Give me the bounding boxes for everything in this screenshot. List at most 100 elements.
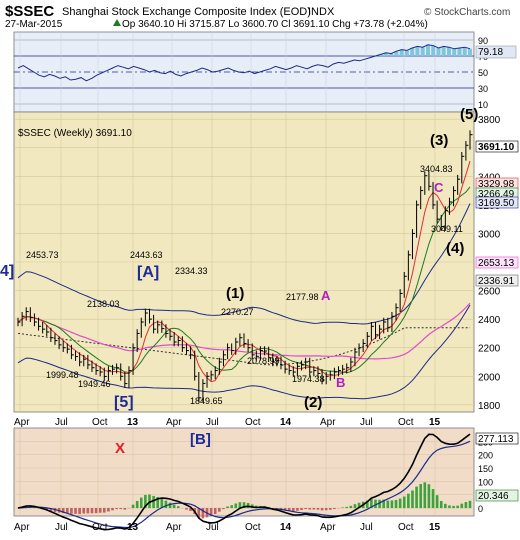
- macd-hist-bar: [345, 506, 349, 509]
- wave-label: [5]: [114, 394, 134, 411]
- ohlc-readout: Op 3640.10 Hi 3715.87 Lo 3600.70 Cl 3691…: [122, 19, 428, 30]
- price-tick-label: 2400: [478, 315, 501, 326]
- macd-value-label: 277.113: [478, 434, 514, 445]
- x-tick-label-mid: Jul: [55, 417, 68, 428]
- x-tick-label: Oct: [398, 522, 414, 533]
- macd-hist-bar: [123, 508, 127, 510]
- macd-hist-bar: [222, 508, 225, 510]
- macd-hist-bar: [456, 505, 459, 509]
- x-tick-label: Oct: [245, 522, 261, 533]
- right-value-label: 3169.50: [478, 198, 515, 209]
- point-label: 1949.46: [78, 379, 111, 389]
- point-label: 1999.48: [46, 370, 79, 380]
- macd-hist-bar: [439, 501, 443, 509]
- macd-hist-bar: [353, 504, 357, 509]
- macd-hist-bar: [328, 508, 332, 510]
- macd-hist-bar: [139, 497, 143, 509]
- macd-hist-bar: [316, 508, 320, 510]
- macd-hist-bar: [115, 508, 118, 510]
- point-label: 2270.27: [221, 307, 254, 317]
- macd-hist-bar: [468, 500, 472, 509]
- x-tick-label-mid: Apr: [14, 417, 30, 428]
- macd-hist-bar: [152, 495, 155, 509]
- x-tick-label: Jul: [360, 522, 373, 533]
- point-label: 2138.03: [87, 299, 120, 309]
- macd-hist-bar: [218, 508, 221, 512]
- rsi-tick-label: 50: [478, 68, 488, 78]
- macd-axis: 250200150100500: [478, 437, 493, 514]
- macd-hist-bar: [394, 499, 398, 509]
- macd-hist-bar: [135, 500, 139, 509]
- macd-hist-bar: [230, 505, 233, 509]
- x-tick-label-mid: 14: [280, 417, 292, 428]
- wave-label: A: [321, 288, 331, 303]
- macd-hist-bar: [86, 508, 90, 514]
- rsi-value-label: 79.18: [478, 47, 503, 58]
- macd-label-b: [B]: [190, 431, 211, 448]
- x-tick-label-mid: Jul: [360, 417, 373, 428]
- macd-hist-bar: [185, 508, 188, 510]
- wave-label: (2): [304, 394, 322, 411]
- macd-hist-bar: [172, 504, 176, 509]
- watermark: © StockCharts.com: [424, 7, 510, 18]
- rsi-tick-label: 90: [478, 36, 488, 46]
- wave-label: 4]: [0, 263, 14, 280]
- price-tick-label: 2600: [478, 287, 501, 298]
- wave-label: (4): [446, 240, 464, 257]
- date-label: 27-Mar-2015: [5, 19, 63, 30]
- x-tick-label: Oct: [92, 522, 108, 533]
- macd-hist-bar: [464, 502, 468, 509]
- wave-label: (1): [226, 285, 244, 302]
- macd-hist-bar: [70, 508, 73, 514]
- x-tick-label-mid: Oct: [245, 417, 261, 428]
- x-tick-label-mid: 13: [127, 417, 139, 428]
- macd-hist-bar: [423, 482, 427, 509]
- right-value-label: 2336.91: [478, 276, 515, 287]
- point-label: 1974.38: [292, 374, 325, 384]
- macd-hist-bar: [341, 507, 344, 509]
- macd-hist-bar: [82, 508, 86, 514]
- macd-hist-bar: [320, 508, 324, 511]
- macd-hist-bar: [431, 489, 435, 509]
- point-label: 2453.73: [26, 250, 59, 260]
- macd-hist-bar: [402, 496, 406, 509]
- wave-label: [A]: [137, 264, 159, 281]
- macd-hist-bar: [448, 505, 451, 509]
- macd-tick-label: 100: [478, 477, 493, 487]
- macd-hist-bar: [452, 505, 455, 509]
- macd-hist-bar: [168, 502, 172, 509]
- wave-label: C: [434, 180, 444, 195]
- macd-hist-bar: [94, 508, 98, 514]
- macd-hist-bar: [119, 508, 123, 510]
- macd-hist-bar: [460, 503, 464, 509]
- macd-letter-x: X: [115, 440, 125, 457]
- macd-hist-bar: [90, 508, 94, 514]
- x-tick-label-mid: Apr: [166, 417, 182, 428]
- x-tick-label-mid: Jul: [206, 417, 219, 428]
- x-tick-label: Apr: [320, 522, 336, 533]
- macd-hist-bar: [107, 508, 110, 512]
- rsi-tick-label: 30: [478, 84, 488, 94]
- macd-hist-bar: [131, 504, 135, 509]
- macd-hist-bar: [444, 503, 447, 509]
- x-tick-label: 15: [429, 522, 441, 533]
- x-tick-label-mid: 15: [429, 417, 441, 428]
- wave-label: (5): [460, 106, 478, 123]
- macd-tick-label: 200: [478, 451, 493, 461]
- rsi-tick-label: 10: [478, 100, 488, 110]
- wave-label: B: [336, 375, 345, 390]
- macd-hist-bar: [111, 508, 114, 511]
- point-label: 2177.98: [286, 292, 319, 302]
- macd-hist-bar: [226, 506, 229, 509]
- macd-hist-bar: [304, 508, 307, 510]
- macd-hist-bar: [164, 500, 168, 509]
- symbol-title: $SSEC: [5, 3, 54, 20]
- macd-hist-bar: [349, 505, 353, 509]
- right-value-label: 3691.10: [478, 142, 515, 153]
- macd-hist-bar: [427, 484, 431, 509]
- point-label: 2334.33: [175, 266, 208, 276]
- price-panel-title: $SSEC (Weekly) 3691.10: [18, 128, 132, 139]
- x-tick-label: 13: [127, 522, 139, 533]
- macd-hist-bar: [312, 508, 316, 510]
- x-tick-label-mid: Oct: [92, 417, 108, 428]
